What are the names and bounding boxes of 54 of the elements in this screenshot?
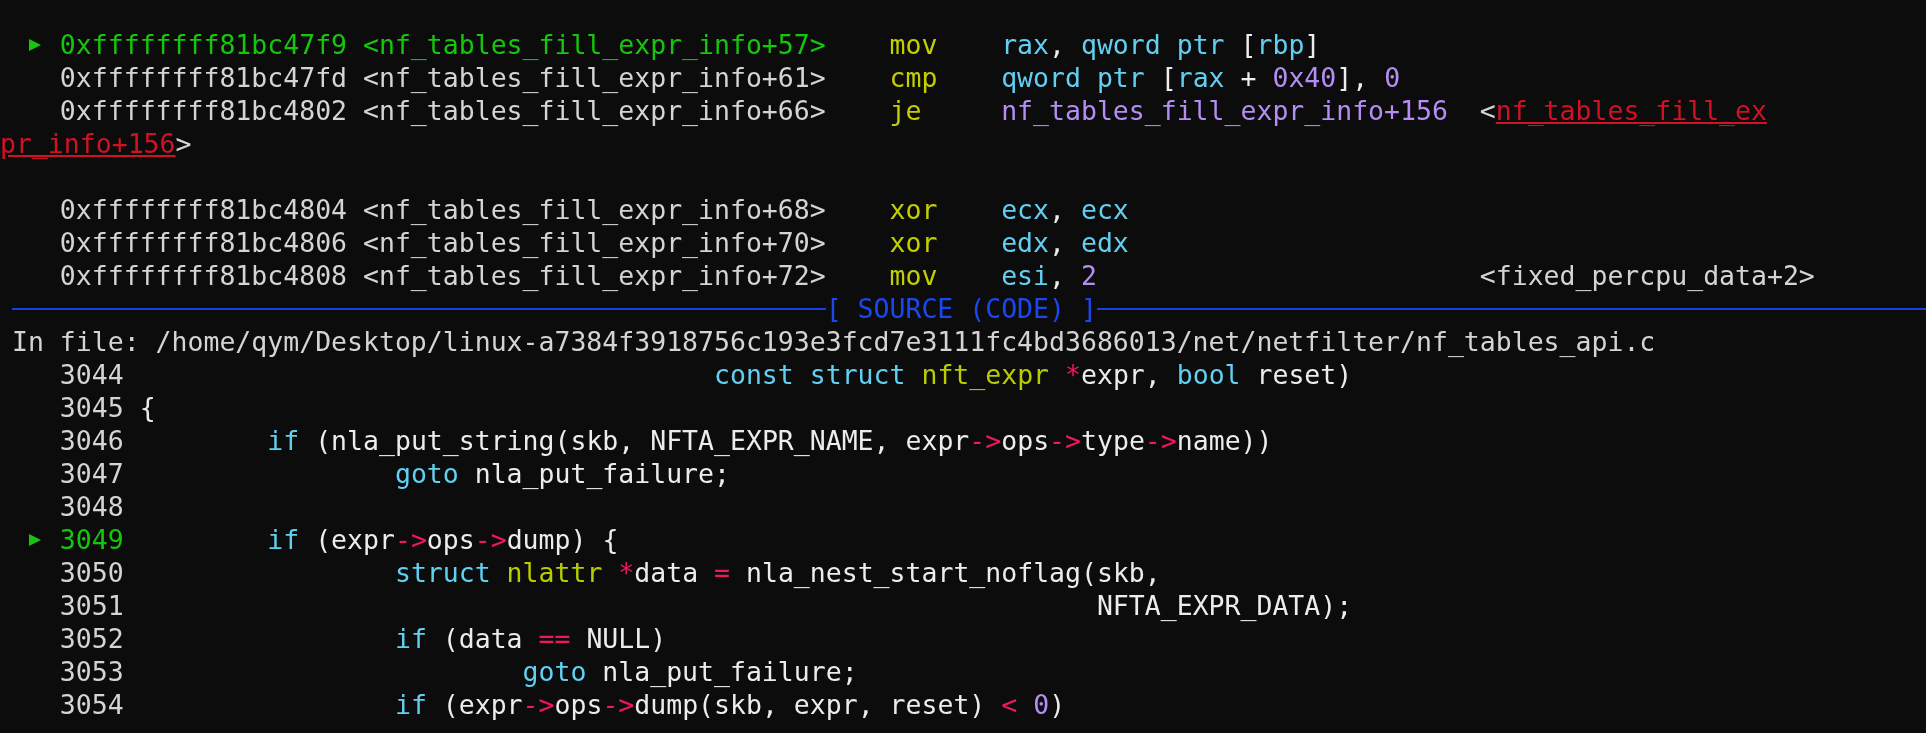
code-line: goto nla_put_failure;	[394, 457, 730, 490]
line-number: 3050	[59, 556, 124, 589]
instruction-mnemonic: je	[889, 95, 922, 126]
instruction-operands: esi, 2	[1001, 260, 1097, 291]
instruction-symbol: <nf_tables_fill_expr_info+66>	[363, 94, 826, 127]
line-number: 3044	[59, 358, 124, 391]
symbol-link[interactable]: pr_info+156	[0, 127, 176, 160]
instruction-address: 0xffffffff81bc47fd	[59, 61, 348, 94]
instruction-mnemonic: xor	[889, 227, 938, 258]
instruction-operands: edx, edx	[1001, 227, 1129, 258]
angle-bracket: >	[175, 127, 192, 160]
line-number: 3048	[59, 490, 124, 523]
line-number: 3046	[59, 424, 124, 457]
instruction-mnemonic: cmp	[889, 62, 938, 93]
line-number: 3051	[59, 589, 124, 622]
instruction-address: 0xffffffff81bc4802	[59, 94, 348, 127]
instruction-operands: rax, qword ptr [rbp]	[1001, 29, 1321, 60]
line-number: 3054	[59, 688, 124, 721]
code-line: if (nla_put_string(skb, NFTA_EXPR_NAME, expr->ops->type->name))	[267, 424, 1273, 457]
instruction-address: 0xffffffff81bc4808	[59, 259, 348, 292]
instruction-symbol: <nf_tables_fill_expr_info+68>	[363, 193, 826, 226]
instruction-address: 0xffffffff81bc4806	[59, 226, 348, 259]
code-line: {	[139, 391, 156, 424]
code-line: struct nlattr *data = nla_nest_start_noflag(skb,	[394, 556, 1161, 589]
instruction-comment: <fixed_percpu_data+2>	[1479, 259, 1815, 292]
instruction-operands: nf_tables_fill_expr_info+156	[1001, 95, 1448, 126]
instruction-symbol: <nf_tables_fill_expr_info+61>	[363, 61, 826, 94]
code-line: goto nla_put_failure;	[522, 655, 858, 688]
code-line: if (data == NULL)	[394, 622, 667, 655]
current-line-icon	[28, 37, 42, 52]
current-line-icon	[28, 532, 42, 547]
symbol-link[interactable]: nf_tables_fill_ex	[1495, 94, 1767, 127]
instruction-address: 0xffffffff81bc4804	[59, 193, 348, 226]
instruction-mnemonic: mov	[889, 260, 938, 291]
code-line: if (expr->ops->dump) {	[267, 523, 619, 556]
section-title: [ SOURCE (CODE) ]	[825, 292, 1097, 325]
instruction-symbol: <nf_tables_fill_expr_info+70>	[363, 226, 826, 259]
line-number: 3052	[59, 622, 124, 655]
line-number: 3053	[59, 655, 124, 688]
file-path: In file: /home/qym/Desktop/linux-a7384f3918756c193e3fcd7e3111fc4bd3686013/net/netfilter/nf_tables_api.c	[12, 325, 1656, 358]
code-line: const struct nft_expr *expr, bool reset)	[714, 358, 1353, 391]
line-number: 3047	[59, 457, 124, 490]
instruction-address: 0xffffffff81bc47f9	[59, 28, 348, 61]
line-number: 3045	[59, 391, 124, 424]
code-line: if (expr->ops->dump(skb, expr, reset) < 0)	[394, 688, 1066, 721]
instruction-symbol: <nf_tables_fill_expr_info+72>	[363, 259, 826, 292]
instruction-operands: qword ptr [rax + 0x40], 0	[1001, 62, 1401, 93]
instruction-symbol: <nf_tables_fill_expr_info+57>	[363, 28, 826, 61]
instruction-mnemonic: mov	[889, 29, 938, 60]
angle-bracket: <	[1479, 94, 1496, 127]
line-number: 3049	[59, 523, 124, 556]
instruction-mnemonic: xor	[889, 194, 938, 225]
code-line: NFTA_EXPR_DATA);	[1096, 589, 1353, 622]
instruction-operands: ecx, ecx	[1001, 194, 1129, 225]
